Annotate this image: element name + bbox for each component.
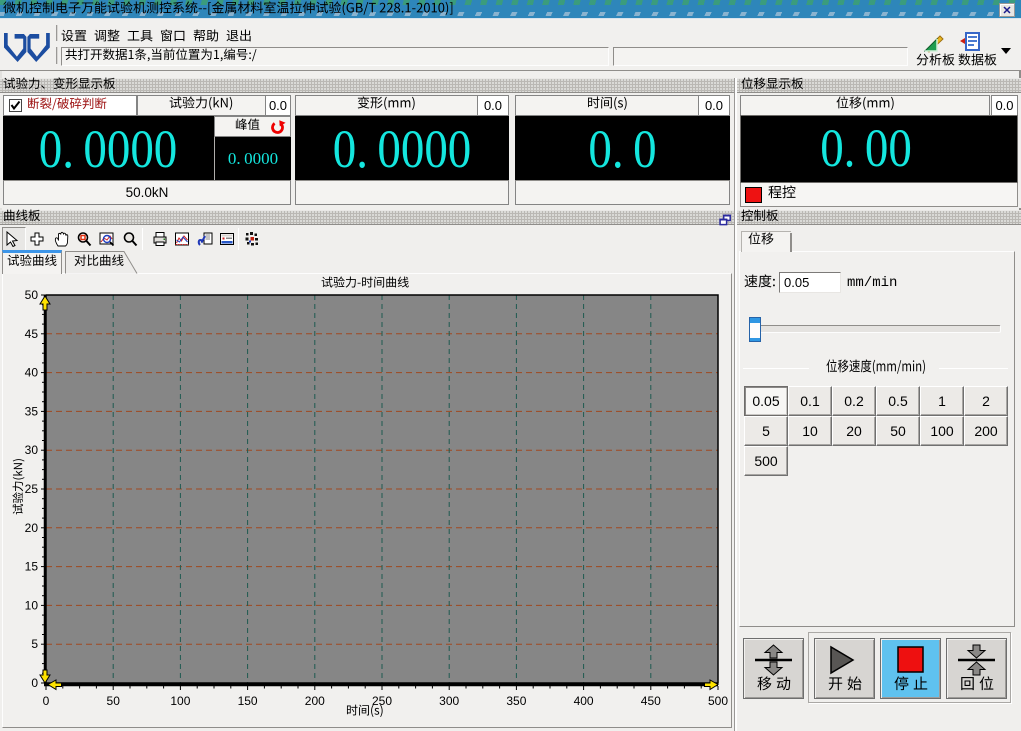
svg-text:400: 400 xyxy=(574,694,594,708)
svg-text:300: 300 xyxy=(439,694,459,708)
svg-text:25: 25 xyxy=(25,482,39,496)
svg-text:0: 0 xyxy=(43,694,50,708)
svg-text:150: 150 xyxy=(238,694,258,708)
svg-text:40: 40 xyxy=(25,366,39,380)
svg-text:200: 200 xyxy=(305,694,325,708)
svg-text:30: 30 xyxy=(25,443,39,457)
svg-text:450: 450 xyxy=(641,694,661,708)
svg-text:35: 35 xyxy=(25,404,39,418)
svg-text:10: 10 xyxy=(25,598,39,612)
svg-text:50: 50 xyxy=(107,694,121,708)
svg-text:100: 100 xyxy=(170,694,190,708)
svg-text:20: 20 xyxy=(25,521,39,535)
svg-text:15: 15 xyxy=(25,560,39,574)
svg-text:5: 5 xyxy=(31,637,38,651)
svg-text:350: 350 xyxy=(506,694,526,708)
svg-text:50: 50 xyxy=(25,288,39,302)
svg-text:500: 500 xyxy=(708,694,728,708)
svg-text:45: 45 xyxy=(25,327,39,341)
svg-text:0: 0 xyxy=(31,676,38,690)
